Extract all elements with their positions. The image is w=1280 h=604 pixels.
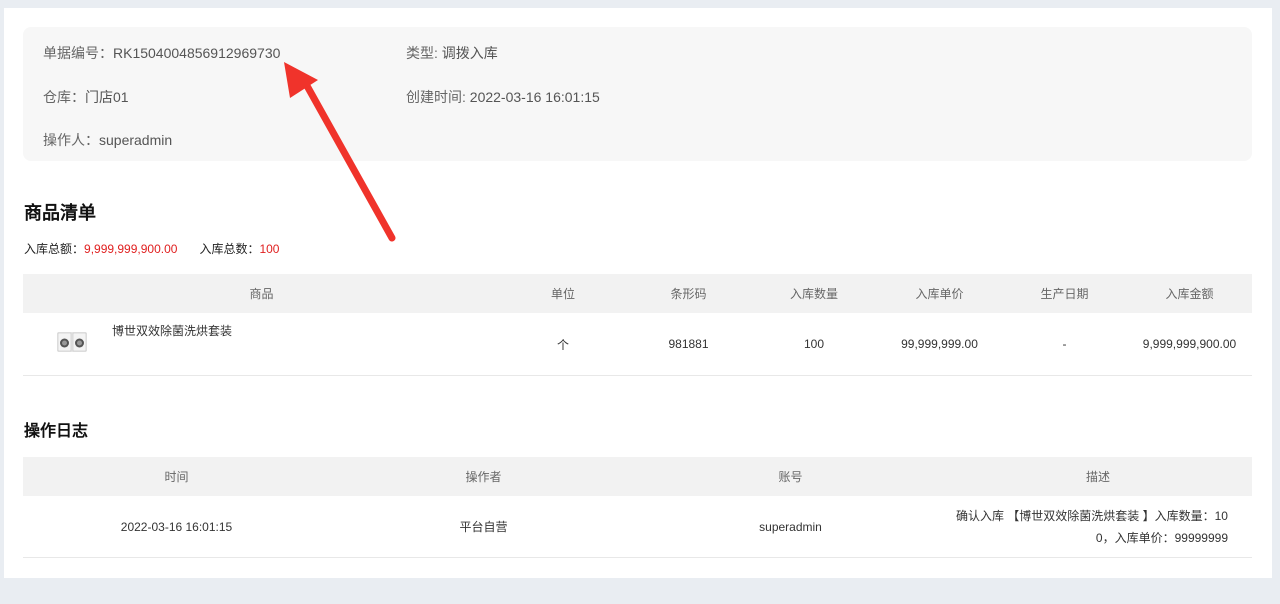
column-header-product: 商品 [23, 274, 500, 313]
total-qty-value: 100 [259, 242, 280, 256]
table-row: 2022-03-16 16:01:15 平台自营 superadmin 确认入库… [23, 496, 1252, 558]
doc-number-value: RK1504004856912969730 [113, 45, 281, 61]
product-cell: 博世双效除菌洗烘套装 [23, 313, 500, 376]
column-header-barcode: 条形码 [626, 274, 751, 313]
column-header-amount: 入库金额 [1127, 274, 1252, 313]
log-time-cell: 2022-03-16 16:01:15 [23, 496, 330, 558]
operation-log-title: 操作日志 [24, 423, 89, 440]
operation-log-table: 时间 操作者 账号 描述 2022-03-16 16:01:15 平台自营 su… [23, 457, 1252, 558]
barcode-cell: 981881 [626, 313, 751, 376]
warehouse-value: 门店01 [85, 89, 129, 105]
log-account-cell: superadmin [637, 496, 944, 558]
goods-list-title: 商品清单 [24, 203, 96, 223]
total-amount-label: 入库总额： [24, 242, 85, 256]
type-field: 类型: 调拨入库 [406, 43, 498, 63]
column-header-operator: 操作者 [330, 457, 637, 496]
created-time-value: 2022-03-16 16:01:15 [469, 89, 600, 105]
detail-card: 单据编号：RK1504004856912969730 类型: 调拨入库 仓库：门… [4, 8, 1272, 578]
product-thumbnail [57, 332, 87, 352]
column-header-production-date: 生产日期 [1002, 274, 1127, 313]
column-header-time: 时间 [23, 457, 330, 496]
created-time-label: 创建时间: [406, 89, 470, 105]
column-header-description: 描述 [944, 457, 1252, 496]
table-row: 博世双效除菌洗烘套装 个 981881 100 99,999,999.00 - … [23, 313, 1252, 376]
log-description-cell: 确认入库 【博世双效除菌洗烘套装 】入库数量：10 0，入库单价：9999999… [944, 496, 1252, 558]
log-description-line-1: 确认入库 【博世双效除菌洗烘套装 】入库数量：10 [955, 508, 1228, 523]
goods-table-header: 商品 单位 条形码 入库数量 入库单价 生产日期 入库金额 [23, 274, 1252, 313]
unit-price-cell: 99,999,999.00 [877, 313, 1002, 376]
type-label: 类型: [406, 45, 442, 61]
goods-table: 商品 单位 条形码 入库数量 入库单价 生产日期 入库金额 博世双效除菌洗烘套装… [23, 274, 1252, 376]
document-info-panel: 单据编号：RK1504004856912969730 类型: 调拨入库 仓库：门… [23, 27, 1252, 161]
log-operator-cell: 平台自营 [330, 496, 637, 558]
doc-number-label: 单据编号： [43, 45, 113, 61]
goods-totals: 入库总额：9,999,999,900.00 入库总数：100 [24, 240, 279, 257]
quantity-cell: 100 [751, 313, 877, 376]
operator-field: 操作人：superadmin [43, 130, 172, 150]
total-amount-value: 9,999,999,900.00 [84, 242, 178, 256]
production-date-cell: - [1002, 313, 1127, 376]
amount-cell: 9,999,999,900.00 [1127, 313, 1252, 376]
operator-label: 操作人： [43, 132, 99, 148]
warehouse-field: 仓库：门店01 [43, 87, 129, 107]
warehouse-label: 仓库： [43, 89, 85, 105]
log-table-header: 时间 操作者 账号 描述 [23, 457, 1252, 496]
column-header-quantity: 入库数量 [751, 274, 877, 313]
operator-value: superadmin [99, 132, 173, 148]
product-name: 博世双效除菌洗烘套装 [112, 324, 233, 338]
column-header-unit-price: 入库单价 [877, 274, 1002, 313]
total-qty-label: 入库总数： [199, 242, 260, 256]
column-header-unit: 单位 [500, 274, 626, 313]
doc-number-field: 单据编号：RK1504004856912969730 [43, 43, 280, 63]
column-header-account: 账号 [637, 457, 944, 496]
unit-cell: 个 [500, 313, 626, 376]
type-value: 调拨入库 [441, 45, 498, 61]
created-time-field: 创建时间: 2022-03-16 16:01:15 [406, 87, 600, 107]
log-description-line-2: 0，入库单价：99999999 [1095, 530, 1228, 545]
